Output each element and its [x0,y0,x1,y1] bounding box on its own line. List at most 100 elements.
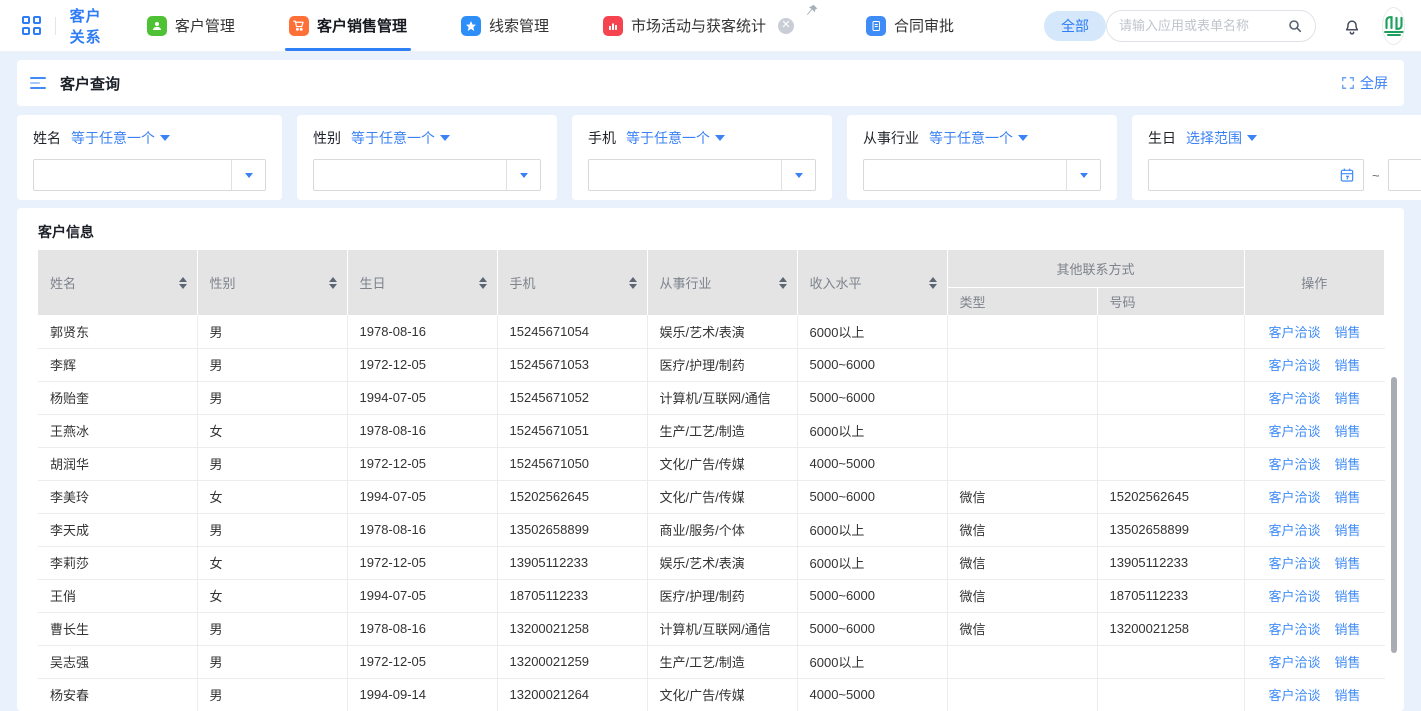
chevron-down-icon [715,135,725,141]
sales-link[interactable]: 销售 [1335,391,1361,406]
cell-contact-type [947,348,1097,381]
cell-contact-no [1097,447,1244,480]
cell-gender: 男 [197,513,347,546]
cell-name: 王燕冰 [38,414,197,447]
customer-negotiation-link[interactable]: 客户洽谈 [1268,556,1320,571]
cell-gender: 女 [197,579,347,612]
col-group-other-contacts: 其他联系方式 [947,250,1244,287]
customer-negotiation-link[interactable]: 客户洽谈 [1268,688,1320,703]
table-row: 李莉莎女1972-12-0513905112233娱乐/艺术/表演6000以上微… [38,546,1385,579]
close-icon[interactable]: ✕ [778,18,794,34]
sales-link[interactable]: 销售 [1335,490,1361,505]
tab-customer-management[interactable]: 客户管理 [147,0,235,51]
chevron-down-icon [1080,173,1088,178]
cell-birthday: 1972-12-05 [347,447,497,480]
sales-link[interactable]: 销售 [1335,325,1361,340]
industry-filter-input[interactable] [864,160,1066,190]
search-icon[interactable] [1287,18,1303,34]
filter-label: 生日 [1148,128,1176,148]
sort-icon[interactable] [179,277,187,289]
filter-label: 从事行业 [863,128,919,148]
cell-contact-type [947,447,1097,480]
tab-customer-sales-management[interactable]: 客户销售管理 [289,0,407,51]
sales-link[interactable]: 销售 [1335,457,1361,472]
customer-negotiation-link[interactable]: 客户洽谈 [1268,358,1320,373]
cell-birthday: 1994-07-05 [347,579,497,612]
cell-phone: 13905112233 [497,546,647,579]
table-row: 杨贻奎男1994-07-0515245671052计算机/互联网/通信5000~… [38,381,1385,414]
cell-actions: 客户洽谈销售 [1244,678,1384,711]
app-tabs: 客户管理 客户销售管理 线索管理 市场活动与获客统计 ✕ [147,0,1008,51]
vertical-scrollbar[interactable] [1391,377,1397,653]
sales-link[interactable]: 销售 [1335,589,1361,604]
filter-condition-dropdown[interactable]: 等于任意一个 [626,128,725,148]
sort-icon[interactable] [629,277,637,289]
cell-contact-no [1097,381,1244,414]
name-filter-input[interactable] [34,160,231,190]
tab-contract-approval[interactable]: 合同审批 [866,0,954,51]
customer-negotiation-link[interactable]: 客户洽谈 [1268,490,1320,505]
fullscreen-button[interactable]: 全屏 [1341,73,1388,93]
customer-negotiation-link[interactable]: 客户洽谈 [1268,523,1320,538]
col-header-gender: 性别 [197,250,347,315]
customer-negotiation-link[interactable]: 客户洽谈 [1268,424,1320,439]
sales-link[interactable]: 销售 [1335,556,1361,571]
collapse-menu-icon[interactable] [30,77,48,89]
customer-negotiation-link[interactable]: 客户洽谈 [1268,622,1320,637]
cell-income: 5000~6000 [797,480,947,513]
apps-grid-icon[interactable] [22,16,41,36]
filter-label: 姓名 [33,128,61,148]
notification-bell-icon[interactable] [1342,16,1362,36]
sort-icon[interactable] [779,277,787,289]
cell-contact-no [1097,414,1244,447]
sales-link[interactable]: 销售 [1335,622,1361,637]
chevron-down-icon [1247,135,1257,141]
sales-link[interactable]: 销售 [1335,523,1361,538]
gender-filter-input[interactable] [314,160,506,190]
phone-filter-select-button[interactable] [781,160,815,190]
all-apps-button[interactable]: 全部 [1044,11,1106,41]
cell-birthday: 1978-08-16 [347,414,497,447]
cart-icon [289,16,309,36]
sales-link[interactable]: 销售 [1335,424,1361,439]
table-row: 曹长生男1978-08-1613200021258计算机/互联网/通信5000~… [38,612,1385,645]
sort-icon[interactable] [479,277,487,289]
filter-condition-dropdown[interactable]: 等于任意一个 [351,128,450,148]
name-filter-select-button[interactable] [231,160,265,190]
cell-actions: 客户洽谈销售 [1244,381,1384,414]
cell-gender: 女 [197,546,347,579]
calendar-icon[interactable] [1339,167,1355,183]
phone-filter-input[interactable] [589,160,781,190]
nav-root-crm[interactable]: 客户关系 [70,5,107,47]
customer-negotiation-link[interactable]: 客户洽谈 [1268,391,1320,406]
cell-actions: 客户洽谈销售 [1244,447,1384,480]
gender-filter-select-button[interactable] [506,160,540,190]
sales-link[interactable]: 销售 [1335,358,1361,373]
customer-negotiation-link[interactable]: 客户洽谈 [1268,589,1320,604]
chevron-down-icon [440,135,450,141]
birthday-to-input[interactable] [1397,168,1421,183]
customer-negotiation-link[interactable]: 客户洽谈 [1268,325,1320,340]
industry-filter-select-button[interactable] [1066,160,1100,190]
sort-icon[interactable] [929,277,937,289]
filter-condition-dropdown[interactable]: 等于任意一个 [71,128,170,148]
logo-text-line [1384,31,1404,33]
sales-link[interactable]: 销售 [1335,688,1361,703]
filter-condition-dropdown[interactable]: 等于任意一个 [929,128,1028,148]
range-separator: ~ [1372,168,1380,183]
filter-condition-dropdown[interactable]: 选择范围 [1186,128,1257,148]
cell-contact-no [1097,315,1244,348]
brand-logo[interactable] [1382,7,1405,45]
customer-negotiation-link[interactable]: 客户洽谈 [1268,457,1320,472]
cell-birthday: 1994-09-14 [347,678,497,711]
tab-market-activity-stats[interactable]: 市场活动与获客统计 ✕ [603,0,812,51]
cell-phone: 15245671052 [497,381,647,414]
cell-contact-type: 微信 [947,513,1097,546]
customer-negotiation-link[interactable]: 客户洽谈 [1268,655,1320,670]
birthday-from-input[interactable] [1157,168,1333,183]
tab-leads-management[interactable]: 线索管理 [461,0,549,51]
sort-icon[interactable] [329,277,337,289]
sales-link[interactable]: 销售 [1335,655,1361,670]
search-input[interactable] [1119,18,1281,33]
filter-gender: 性别 等于任意一个 [297,115,557,200]
